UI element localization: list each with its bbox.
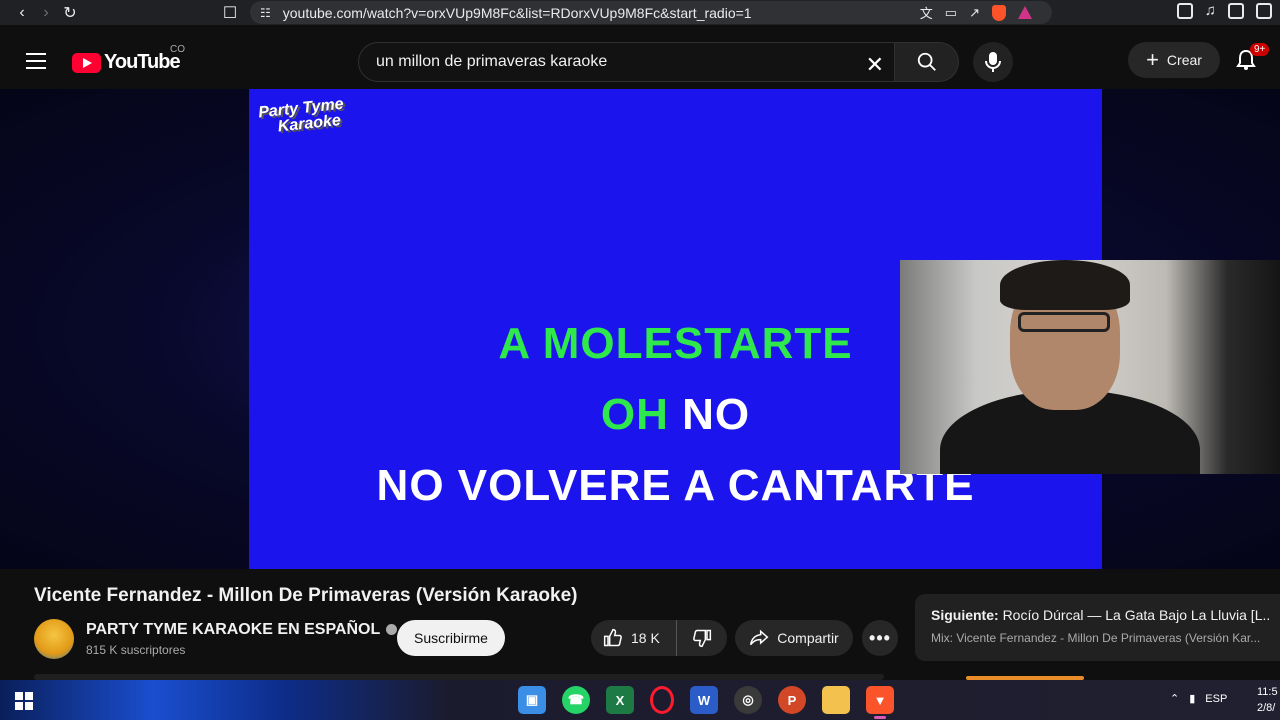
url-text[interactable]: youtube.com/watch?v=orxVUp9M8Fc&list=RDo… (283, 5, 752, 21)
create-label: Crear (1166, 52, 1202, 68)
voice-search-button[interactable] (973, 42, 1013, 82)
site-settings-icon[interactable]: ☷ (260, 6, 271, 20)
dislike-button[interactable] (677, 628, 727, 648)
reload-icon[interactable]: ↻ (58, 1, 82, 25)
youtube-logo[interactable]: YouTube CO (72, 44, 185, 74)
thumbs-up-icon (603, 628, 622, 647)
share-button[interactable]: Compartir (735, 620, 853, 656)
subscribe-button[interactable]: Suscribirme (397, 620, 505, 656)
sidebar-icon[interactable] (1228, 2, 1244, 19)
lyric-line-2-rest: NO (682, 390, 751, 439)
brave-shield-icon[interactable] (992, 4, 1006, 21)
screenshot-icon[interactable] (1176, 2, 1193, 19)
cast-icon[interactable]: ▭ (945, 5, 957, 21)
like-count: 18 K (631, 630, 660, 646)
chevron-up-icon[interactable]: ⌃ (1170, 692, 1179, 705)
thumbs-down-icon (693, 629, 712, 648)
back-icon[interactable]: ‹ (10, 1, 34, 25)
share-label: Compartir (777, 630, 839, 646)
system-tray: ⌃ ▮ ESP (1170, 692, 1227, 706)
search-button[interactable] (895, 42, 959, 82)
create-button[interactable]: + Crear (1128, 42, 1220, 78)
channel-avatar[interactable] (34, 619, 74, 659)
store-app-icon[interactable]: ▣ (518, 686, 546, 714)
windows-start-icon[interactable] (15, 692, 33, 710)
bookmark-icon[interactable]: ☐ (218, 1, 242, 25)
country-code: CO (170, 44, 185, 55)
excel-app-icon[interactable]: X (606, 686, 634, 714)
search-icon (917, 52, 936, 71)
file-explorer-app-icon[interactable] (822, 686, 850, 714)
like-button[interactable]: 18 K (591, 620, 677, 656)
up-next-label: Siguiente: (931, 607, 999, 623)
search-input[interactable]: un millon de primaveras karaoke ✕ (358, 42, 895, 82)
video-title: Vicente Fernandez - Millon De Primaveras… (34, 585, 578, 606)
more-actions-button[interactable]: ••• (862, 620, 898, 656)
clock-date: 2/8/ (1257, 702, 1276, 714)
up-next-title: Rocío Dúrcal — La Gata Bajo La Lluvia [L… (1002, 607, 1269, 623)
channel-name[interactable]: PARTY TYME KARAOKE EN ESPAÑOL (86, 621, 380, 638)
subscriber-count: 815 K suscriptores (86, 643, 186, 657)
like-dislike-group: 18 K (591, 620, 727, 656)
brave-app-icon[interactable]: ▼ (866, 686, 894, 719)
share-page-icon[interactable]: ↗ (969, 5, 980, 21)
up-next-card[interactable]: Siguiente: Rocío Dúrcal — La Gata Bajo L… (915, 594, 1280, 661)
youtube-play-icon (72, 52, 101, 73)
video-player[interactable]: Party Tyme Karaoke A MOLESTARTE OH NO NO… (0, 89, 1280, 569)
webcam-overlay (900, 260, 1280, 474)
notification-badge: 9+ (1250, 43, 1270, 56)
share-icon (750, 629, 769, 646)
whatsapp-app-icon[interactable]: ☎ (562, 686, 590, 714)
media-icon[interactable]: ♫ (1205, 2, 1216, 19)
clock[interactable]: 11:5 2/8/ (1257, 684, 1278, 716)
wallet-icon[interactable] (1256, 2, 1272, 19)
person-glasses (1018, 312, 1110, 332)
microphone-tray-icon[interactable]: ▮ (1189, 692, 1195, 705)
party-tyme-watermark: Party Tyme Karaoke (257, 96, 347, 138)
language-indicator[interactable]: ESP (1205, 693, 1227, 705)
mic-icon (985, 52, 1001, 72)
plus-icon: + (1146, 47, 1159, 72)
address-bar[interactable]: ☷ youtube.com/watch?v=orxVUp9M8Fc&list=R… (250, 1, 1052, 24)
obs-app-icon[interactable]: ◎ (734, 686, 762, 714)
powerpoint-app-icon[interactable]: P (778, 686, 806, 714)
lyric-line-2-sung: OH (600, 390, 669, 439)
search-query[interactable]: un millon de primaveras karaoke (376, 53, 607, 71)
translate-icon[interactable]: 文 (920, 3, 933, 22)
browser-toolbar: ‹ › ↻ ☐ ☷ youtube.com/watch?v=orxVUp9M8F… (0, 0, 1280, 25)
channel-name-row[interactable]: PARTY TYME KARAOKE EN ESPAÑOL (86, 621, 398, 639)
clock-time: 11:5 (1257, 686, 1278, 698)
forward-icon[interactable]: › (34, 1, 58, 25)
windows-taskbar: ▣ ☎ X W ◎ P ▼ ⌃ ▮ ESP 11:5 2/8/ (0, 680, 1280, 720)
clear-search-icon[interactable]: ✕ (866, 52, 884, 78)
verified-icon (386, 624, 398, 636)
opera-app-icon[interactable] (650, 686, 674, 714)
brave-rewards-icon[interactable] (1018, 6, 1032, 19)
person-hair (1000, 260, 1130, 310)
menu-icon[interactable] (26, 53, 46, 74)
word-app-icon[interactable]: W (690, 686, 718, 714)
youtube-header: YouTube CO un millon de primaveras karao… (0, 25, 1280, 89)
video-info-section: Vicente Fernandez - Millon De Primaveras… (0, 569, 1280, 680)
up-next-title-row: Siguiente: Rocío Dúrcal — La Gata Bajo L… (931, 607, 1269, 623)
up-next-mix: Mix: Vicente Fernandez - Millon De Prima… (931, 631, 1261, 645)
logo-text: YouTube (104, 51, 181, 73)
